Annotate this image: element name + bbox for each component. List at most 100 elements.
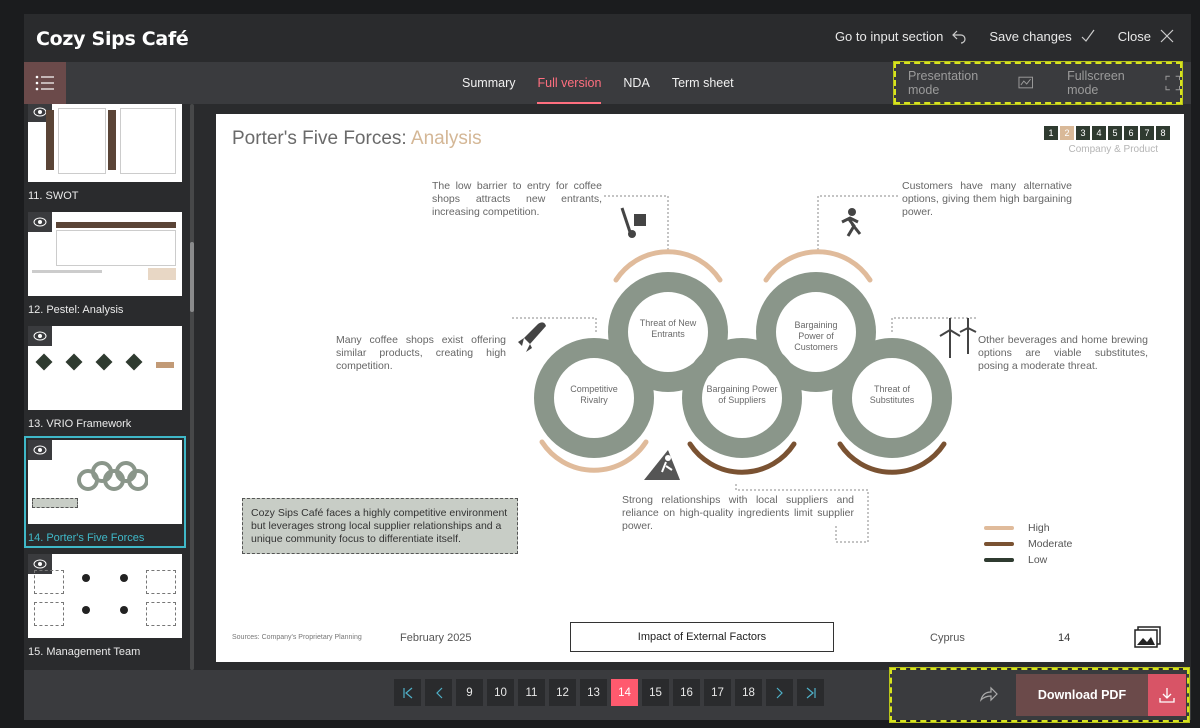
page-button[interactable]: 12 <box>549 679 576 706</box>
thumbnail-image <box>28 440 182 524</box>
dolly-icon <box>620 207 646 238</box>
runner-icon <box>841 208 862 237</box>
sidebar-scrollbar-track[interactable] <box>190 104 194 670</box>
sub-bar: Summary Full version NDA Term sheet Pres… <box>24 61 1191 105</box>
eye-icon <box>28 440 52 460</box>
tab-summary[interactable]: Summary <box>462 62 515 104</box>
legend-swatch <box>984 526 1014 530</box>
page-button[interactable]: 9 <box>456 679 483 706</box>
version-tabs: Summary Full version NDA Term sheet <box>462 62 734 104</box>
presentation-chart-icon <box>1018 76 1033 89</box>
share-icon[interactable] <box>980 686 998 702</box>
tab-nda[interactable]: NDA <box>623 62 649 104</box>
eye-icon <box>28 212 52 232</box>
page-button[interactable]: 13 <box>580 679 607 706</box>
first-page-icon <box>402 687 412 698</box>
thumbnail-image <box>28 326 182 410</box>
legend-swatch <box>984 542 1014 546</box>
eye-icon <box>28 326 52 346</box>
thumbnail-vrio[interactable]: 13. VRIO Framework <box>28 326 182 430</box>
sidebar-toggle-button[interactable] <box>24 62 66 104</box>
close-icon <box>1160 29 1174 43</box>
thumbnail-pestel[interactable]: 12. Pestel: Analysis <box>28 212 182 316</box>
fullscreen-mode-button[interactable]: Fullscreen mode <box>1067 69 1180 97</box>
thumbnail-management[interactable]: 15. Management Team <box>28 554 182 658</box>
thumbnail-image <box>28 104 182 182</box>
first-page-button[interactable] <box>394 679 421 706</box>
threat-legend: High Moderate Low <box>984 522 1072 570</box>
page-button[interactable]: 18 <box>735 679 762 706</box>
last-page-icon <box>806 687 816 698</box>
save-changes-button[interactable]: Save changes <box>989 28 1095 44</box>
pagination: 9 10 11 12 13 14 15 16 17 18 <box>394 679 824 706</box>
close-label: Close <box>1117 28 1151 44</box>
app-frame: Cozy Sips Café Go to input section Save … <box>24 14 1191 723</box>
fullscreen-mode-label: Fullscreen mode <box>1067 69 1125 97</box>
text-suppliers: Strong relationships with local supplier… <box>622 494 854 532</box>
footer-section-box: Impact of External Factors <box>570 622 834 652</box>
page-button[interactable]: 17 <box>704 679 731 706</box>
image-gallery-icon[interactable] <box>1134 626 1162 648</box>
footer-date: February 2025 <box>400 632 472 644</box>
legend-item: Low <box>984 554 1072 566</box>
close-button[interactable]: Close <box>1118 28 1175 44</box>
checkmark-icon <box>1081 29 1095 42</box>
thumbnail-image <box>28 212 182 296</box>
text-customers: Customers have many alternative options,… <box>902 180 1072 218</box>
thumbnail-label: 15. Management Team <box>28 646 141 658</box>
download-pdf-button[interactable]: Download PDF <box>1016 674 1148 716</box>
bottom-bar: 9 10 11 12 13 14 15 16 17 18 Download PD… <box>24 667 1191 723</box>
rocket-icon <box>518 322 546 352</box>
app-title: Cozy Sips Café <box>36 28 189 50</box>
presentation-mode-button[interactable]: Presentation mode <box>908 69 1033 97</box>
download-area: Download PDF <box>889 667 1190 723</box>
footer-page-number: 14 <box>1058 632 1071 644</box>
sidebar-scrollbar-thumb[interactable] <box>190 242 194 312</box>
thumbnail-image <box>28 554 182 638</box>
legend-item: Moderate <box>984 538 1072 550</box>
view-modes: Presentation mode Fullscreen mode <box>893 61 1183 105</box>
ring-label-customers: Bargaining Power of Customers <box>794 320 838 352</box>
thumbnail-label: 13. VRIO Framework <box>28 418 132 430</box>
legend-label: Moderate <box>1028 538 1073 550</box>
page-button-active[interactable]: 14 <box>611 679 638 706</box>
ring-label-suppliers: Bargaining Power of Suppliers <box>706 384 778 405</box>
thumbnail-label: 11. SWOT <box>28 190 79 202</box>
presentation-mode-label: Presentation mode <box>908 69 979 97</box>
legend-item: High <box>984 522 1072 534</box>
legend-label: Low <box>1028 554 1048 566</box>
thumbnail-porters[interactable]: 14. Porter's Five Forces <box>24 436 186 548</box>
go-to-input-button[interactable]: Go to input section <box>835 28 967 44</box>
legend-swatch <box>984 558 1014 562</box>
next-page-button[interactable] <box>766 679 793 706</box>
tab-term-sheet[interactable]: Term sheet <box>672 62 734 104</box>
text-rivalry: Many coffee shops exist offering similar… <box>336 334 506 372</box>
go-to-input-label: Go to input section <box>834 28 944 44</box>
slide-thumbnails: 11. SWOT 12. Pestel: Analysis 13. VRIO F… <box>24 104 200 670</box>
page-button[interactable]: 10 <box>487 679 514 706</box>
download-icon-button[interactable] <box>1148 674 1186 716</box>
ring-label-rivalry: Competitive Rivalry <box>570 384 618 405</box>
undo-arrow-icon <box>952 30 966 44</box>
page-button[interactable]: 16 <box>673 679 700 706</box>
save-changes-label: Save changes <box>989 28 1072 44</box>
tab-full-version[interactable]: Full version <box>537 62 602 104</box>
legend-label: High <box>1028 522 1050 534</box>
expand-icon <box>1164 75 1180 91</box>
ring-label-substitutes: Threat of Substitutes <box>869 384 915 405</box>
list-menu-icon <box>35 75 54 91</box>
chevron-left-icon <box>435 687 442 698</box>
slide-canvas: Porter's Five Forces: Analysis 1 2 3 4 5… <box>216 114 1184 662</box>
footer-country: Cyprus <box>930 632 965 644</box>
download-icon <box>1159 688 1175 703</box>
text-new-entrants: The low barrier to entry for coffee shop… <box>432 180 602 218</box>
last-page-button[interactable] <box>797 679 824 706</box>
page-button[interactable]: 11 <box>518 679 545 706</box>
chevron-right-icon <box>776 687 783 698</box>
prev-page-button[interactable] <box>425 679 452 706</box>
thumbnail-label: 12. Pestel: Analysis <box>28 304 124 316</box>
thumbnail-swot[interactable]: 11. SWOT <box>28 104 182 202</box>
top-bar: Cozy Sips Café Go to input section Save … <box>24 14 1191 62</box>
page-button[interactable]: 15 <box>642 679 669 706</box>
ring-label-new-entrants: Threat of New Entrants <box>639 318 697 339</box>
